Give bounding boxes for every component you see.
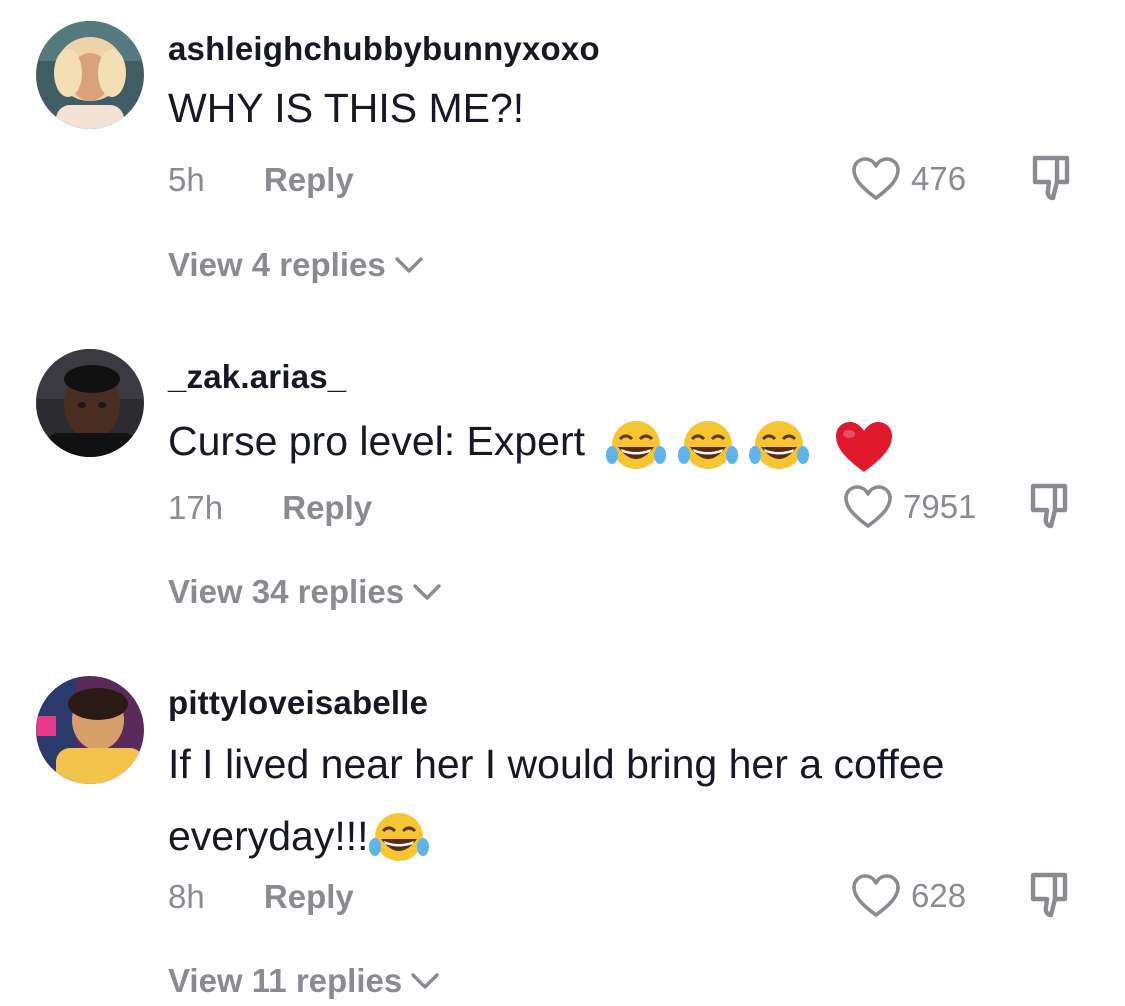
view-replies-label: View 4 replies xyxy=(168,246,386,283)
comment-text-line-1: If I lived near her I would bring her a … xyxy=(168,741,945,787)
timestamp: 17h xyxy=(168,489,224,526)
view-replies-label: View 34 replies xyxy=(168,573,405,610)
timestamp: 8h xyxy=(168,878,205,915)
comment-meta: 8h Reply xyxy=(168,878,354,916)
username[interactable]: pittyloveisabelle xyxy=(168,684,428,722)
face-with-tears-of-joy-icon xyxy=(677,421,738,470)
username[interactable]: _zak.arias_ xyxy=(168,358,346,396)
thumbs-down-icon[interactable] xyxy=(1025,869,1077,921)
like-button[interactable]: 628 xyxy=(851,873,966,919)
avatar[interactable] xyxy=(36,676,144,784)
thumbs-down-icon[interactable] xyxy=(1025,480,1077,532)
reply-button[interactable]: Reply xyxy=(264,878,354,916)
comment-meta: 17h Reply xyxy=(168,489,372,527)
chevron-down-icon xyxy=(413,584,441,600)
like-count: 7951 xyxy=(903,488,977,525)
view-replies-label: View 11 replies xyxy=(168,962,403,999)
reply-button[interactable]: Reply xyxy=(264,161,354,199)
comment-text: Curse pro level: Expert xyxy=(168,405,1088,480)
comment-text: If I lived near her I would bring her a … xyxy=(168,728,1088,872)
chevron-down-icon xyxy=(411,973,439,989)
red-heart-icon xyxy=(835,422,892,473)
chevron-down-icon xyxy=(395,257,423,273)
comment-meta: 5h Reply xyxy=(168,161,354,199)
face-with-tears-of-joy-icon xyxy=(606,421,667,470)
comment-text: WHY IS THIS ME?! xyxy=(168,72,1088,144)
timestamp: 5h xyxy=(168,161,205,198)
like-button[interactable]: 7951 xyxy=(843,484,976,530)
face-with-tears-of-joy-icon xyxy=(749,421,810,470)
avatar[interactable] xyxy=(36,21,144,129)
comment-text-body: Curse pro level: Expert xyxy=(168,418,586,464)
heart-outline-icon xyxy=(852,157,900,200)
username[interactable]: ashleighchubbybunnyxoxo xyxy=(168,30,600,68)
thumbs-down-icon[interactable] xyxy=(1027,152,1079,204)
face-with-tears-of-joy-icon xyxy=(368,813,429,862)
comment-text-line-2: everyday!!! xyxy=(168,813,369,859)
view-replies-button[interactable]: View 11 replies xyxy=(168,962,440,1000)
heart-outline-icon xyxy=(844,485,892,528)
view-replies-button[interactable]: View 34 replies xyxy=(168,573,442,611)
like-button[interactable]: 476 xyxy=(851,156,966,202)
like-count: 476 xyxy=(911,160,967,197)
emoji-row xyxy=(596,408,894,480)
view-replies-button[interactable]: View 4 replies xyxy=(168,246,424,284)
avatar[interactable] xyxy=(36,349,144,457)
heart-outline-icon xyxy=(852,874,900,917)
comment-text-body: WHY IS THIS ME?! xyxy=(168,85,525,131)
reply-button[interactable]: Reply xyxy=(282,489,372,527)
like-count: 628 xyxy=(911,877,967,914)
